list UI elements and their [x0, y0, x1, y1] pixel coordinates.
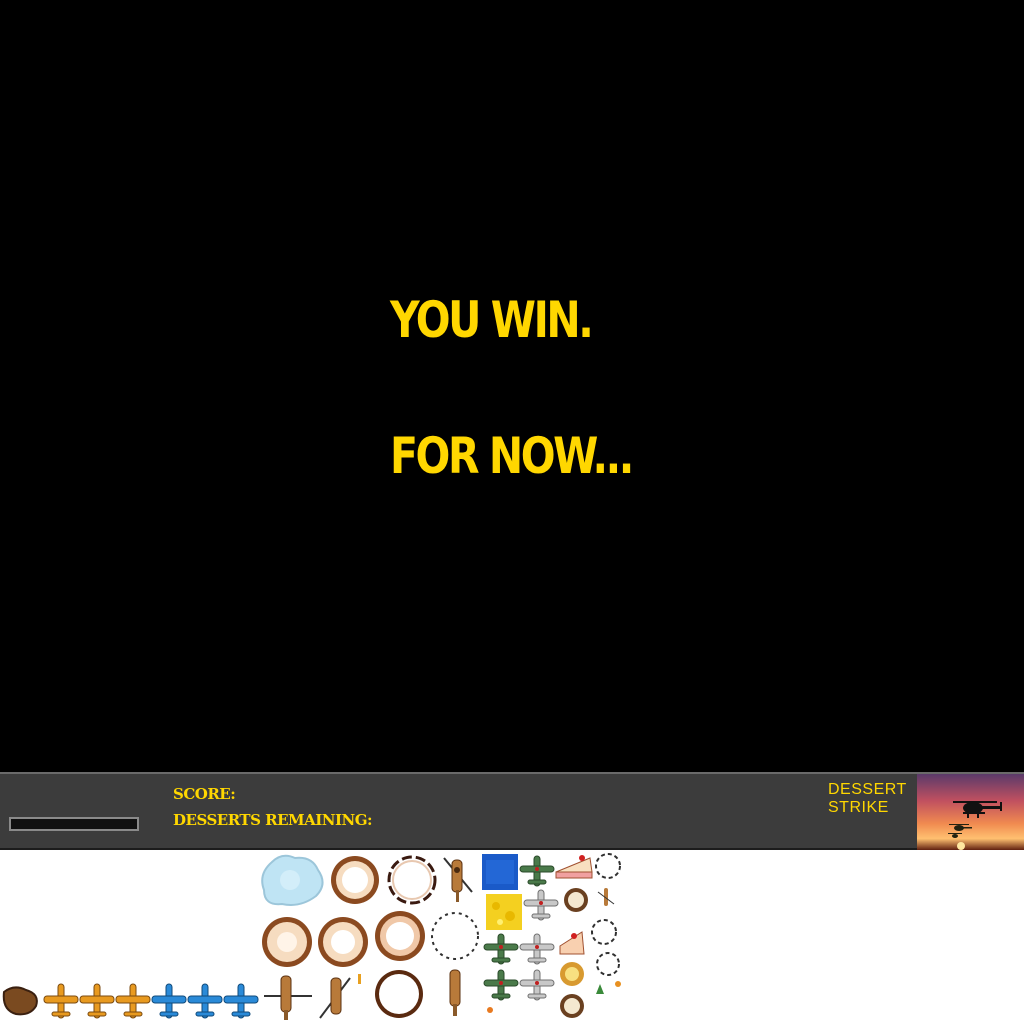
helicopter-sprite: [319, 974, 361, 1019]
blue-fighter-plane-sprite: [151, 983, 187, 1019]
helicopter-sprite: [264, 975, 312, 1020]
yellow-sponge-tile: [486, 894, 522, 930]
hud-bar: SCORE: DESSERTS REMAINING: DESSERT STRIK…: [0, 772, 1024, 850]
dessert-cookie-sprite: [560, 994, 584, 1018]
cake-slice-sprite: [555, 855, 593, 879]
explosion-ring-sprite: [262, 917, 312, 967]
grey-fighter-plane-sprite: [519, 969, 555, 1001]
spark-sprite: [487, 1007, 493, 1013]
desserts-remaining-label: DESSERTS REMAINING:: [173, 811, 373, 829]
ice-cloud-sprite: [261, 854, 324, 906]
blue-fighter-plane-sprite: [187, 983, 223, 1019]
green-fighter-plane-sprite: [483, 933, 519, 965]
game-title-logo: DESSERT STRIKE: [828, 781, 907, 817]
spark-sprite: [615, 981, 621, 987]
small-puff-sprite: [591, 853, 621, 976]
explosion-ring-broken-sprite: [431, 912, 479, 960]
sprite-sheet: [0, 850, 1024, 1024]
dessert-cookie-sprite: [564, 888, 588, 912]
orange-fighter-plane-sprite: [43, 983, 79, 1019]
orange-fighter-plane-sprite: [79, 983, 115, 1019]
win-message-line-2: FOR NOW...: [390, 427, 634, 485]
debris-chunk-sprite: [2, 986, 38, 1016]
blue-fighter-plane-sprite: [223, 983, 259, 1019]
helicopter-sprite: [449, 969, 461, 1016]
green-fighter-plane-sprite: [519, 855, 555, 887]
score-label: SCORE:: [173, 785, 236, 803]
orange-fighter-plane-sprite: [115, 983, 151, 1019]
helicopter-sprite: [443, 857, 473, 902]
grey-fighter-plane-sprite: [523, 889, 559, 921]
explosion-ring-sprite: [375, 911, 425, 961]
explosion-ring-sprite: [375, 970, 423, 1018]
game-screen: YOU WIN. FOR NOW...: [0, 0, 1024, 772]
explosion-ring-broken-sprite: [387, 855, 437, 905]
small-helicopter-sprite: [597, 888, 615, 906]
green-fighter-plane-sprite: [483, 969, 519, 1001]
title-line-1: DESSERT: [828, 781, 907, 798]
grey-fighter-plane-sprite: [519, 933, 555, 965]
win-message-line-1: YOU WIN.: [390, 291, 594, 349]
palm-sprite: [596, 984, 604, 994]
cake-slice-sprite: [559, 931, 585, 955]
helicopter-sunset-logo: [917, 774, 1024, 850]
dessert-cookie-sprite: [560, 962, 584, 986]
health-bar: [9, 817, 139, 831]
title-line-2: STRIKE: [828, 799, 889, 816]
explosion-ring-sprite: [318, 917, 368, 967]
explosion-ring-sprite: [331, 856, 379, 904]
